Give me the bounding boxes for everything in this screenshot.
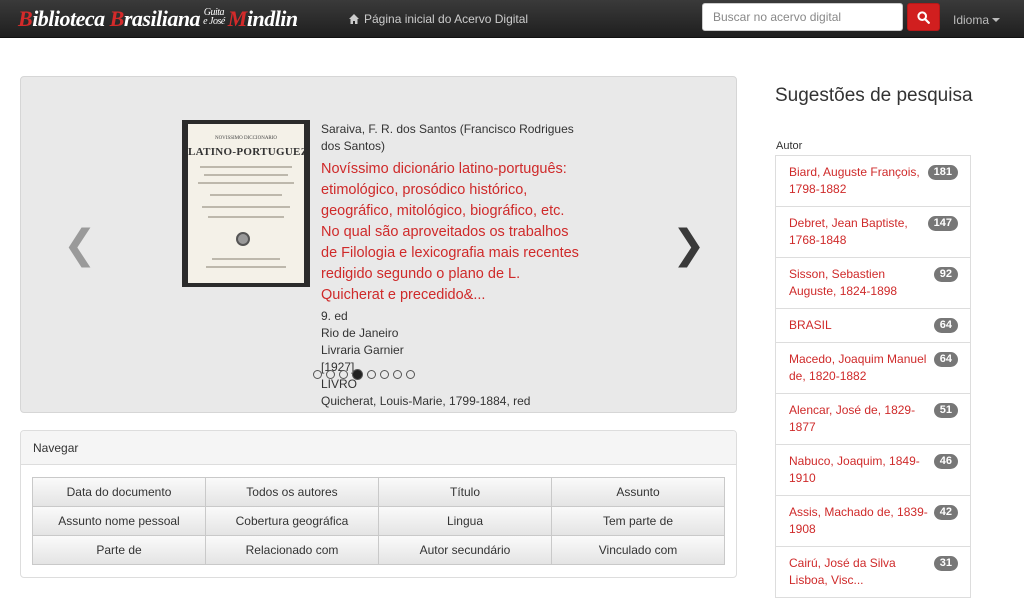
home-icon — [349, 14, 359, 24]
browse-button[interactable]: Parte de — [32, 535, 206, 565]
brand-guita-jose: Guita e José — [203, 8, 225, 27]
carousel-indicators — [313, 369, 415, 380]
cover-text-line — [206, 266, 286, 268]
suggestion-label: Cairú, José da Silva Lisboa, Visc... — [789, 556, 896, 587]
browse-button[interactable]: Tem parte de — [551, 506, 725, 536]
carousel-prev-button[interactable]: ❮ — [63, 225, 97, 265]
brand-word: rasiliana — [123, 6, 201, 31]
cover-small-text: NOVISSIMO DICCIONARIO — [214, 136, 278, 141]
brand-letter: B — [109, 6, 125, 31]
suggestion-item[interactable]: Assis, Machado de, 1839-1908 42 — [775, 495, 971, 547]
carousel-indicator-dot[interactable] — [367, 370, 376, 379]
suggestion-item[interactable]: Sisson, Sebastien Auguste, 1824-1898 92 — [775, 257, 971, 309]
suggestion-item[interactable]: Cairú, José da Silva Lisboa, Visc... 31 — [775, 546, 971, 598]
search-icon — [917, 10, 930, 24]
suggestion-label: Biard, Auguste François, 1798-1882 — [789, 165, 920, 196]
suggestion-label: BRASIL — [789, 318, 832, 332]
count-badge: 181 — [927, 165, 958, 180]
browse-button[interactable]: Cobertura geográfica — [205, 506, 379, 536]
browse-panel-heading: Navegar — [21, 431, 736, 465]
suggestion-item[interactable]: Macedo, Joaquim Manuel de, 1820-1882 64 — [775, 342, 971, 394]
suggestion-label: Sisson, Sebastien Auguste, 1824-1898 — [789, 267, 898, 298]
cover-text-line — [208, 216, 284, 218]
browse-button[interactable]: Assunto nome pessoal — [32, 506, 206, 536]
cover-text-line — [212, 258, 280, 260]
book-place: Rio de Janeiro — [321, 326, 399, 340]
count-badge: 42 — [933, 505, 958, 520]
carousel-next-button[interactable]: ❯ — [672, 225, 706, 265]
cover-text-line — [210, 194, 282, 196]
browse-button[interactable]: Relacionado com — [205, 535, 379, 565]
carousel-indicator-dot[interactable] — [406, 370, 415, 379]
suggestion-item[interactable]: Nabuco, Joaquim, 1849-1910 46 — [775, 444, 971, 496]
language-dropdown[interactable]: Idioma — [953, 13, 1001, 27]
home-link-label: Página inicial do Acervo Digital — [364, 12, 529, 26]
suggestions-list: Biard, Auguste François, 1798-1882 181 Deb… — [775, 155, 971, 598]
suggestion-label: Assis, Machado de, 1839-1908 — [789, 505, 928, 536]
chevron-left-icon: ❮ — [63, 222, 97, 268]
book-title-link[interactable]: Novíssimo dicionário latino-português: e… — [321, 159, 586, 306]
cover-text-line — [204, 174, 288, 176]
chevron-right-icon: ❯ — [672, 222, 706, 268]
count-badge: 51 — [933, 403, 958, 418]
brand-logo[interactable]: Biblioteca Brasiliana Guita e José Mindlin — [18, 4, 298, 34]
brand-word: iblioteca — [32, 6, 105, 31]
browse-button[interactable]: Assunto — [551, 477, 725, 507]
suggestion-item[interactable]: BRASIL 64 — [775, 308, 971, 343]
suggestion-item[interactable]: Debret, Jean Baptiste, 1768-1848 147 — [775, 206, 971, 258]
carousel-indicator-dot[interactable] — [339, 370, 348, 379]
home-link[interactable]: Página inicial do Acervo Digital — [348, 12, 528, 26]
browse-button[interactable]: Vinculado com — [551, 535, 725, 565]
browse-button[interactable]: Lingua — [378, 506, 552, 536]
suggestion-item[interactable]: Biard, Auguste François, 1798-1882 181 — [775, 155, 971, 207]
suggestion-label: Nabuco, Joaquim, 1849-1910 — [789, 454, 920, 485]
carousel-indicator-dot[interactable] — [326, 370, 335, 379]
carousel-indicator-dot[interactable] — [393, 370, 402, 379]
brand-ejose: e José — [203, 16, 225, 27]
browse-button[interactable]: Autor secundário — [378, 535, 552, 565]
book-cover[interactable]: NOVISSIMO DICCIONARIO LATINO-PORTUGUEZ — [182, 120, 310, 287]
browse-button-grid: Data do documento Todos os autores Título A… — [32, 477, 725, 565]
language-label: Idioma — [953, 13, 990, 27]
count-badge: 46 — [933, 454, 958, 469]
book-edition: 9. ed — [321, 309, 348, 323]
caret-down-icon — [992, 18, 1001, 22]
brand-letter: M — [227, 6, 248, 31]
carousel-indicator-dot[interactable] — [380, 370, 389, 379]
carousel-indicator-dot[interactable] — [352, 369, 363, 380]
cover-title-text: LATINO-PORTUGUEZ — [188, 146, 304, 158]
carousel-indicator-dot[interactable] — [313, 370, 322, 379]
search-input[interactable] — [702, 3, 903, 31]
suggestion-label: Debret, Jean Baptiste, 1768-1848 — [789, 216, 908, 247]
count-badge: 92 — [933, 267, 958, 282]
suggestion-label: Alencar, José de, 1829-1877 — [789, 403, 916, 434]
featured-carousel: ❮ ❯ NOVISSIMO DICCIONARIO LATINO-PORTUGU… — [20, 76, 737, 413]
suggestions-heading: Sugestões de pesquisa — [775, 85, 973, 106]
browse-button[interactable]: Todos os autores — [205, 477, 379, 507]
count-badge: 147 — [927, 216, 958, 231]
publisher-seal-icon — [236, 232, 250, 246]
suggestion-label: Macedo, Joaquim Manuel de, 1820-1882 — [789, 352, 927, 383]
count-badge: 64 — [933, 352, 958, 367]
browse-panel: Navegar Data do documento Todos os autore… — [20, 430, 737, 578]
browse-button[interactable]: Título — [378, 477, 552, 507]
count-badge: 31 — [933, 556, 958, 571]
suggestion-item[interactable]: Alencar, José de, 1829-1877 51 — [775, 393, 971, 445]
top-navbar: Biblioteca Brasiliana Guita e José Mindlin… — [0, 0, 1024, 38]
book-cover-page: NOVISSIMO DICCIONARIO LATINO-PORTUGUEZ — [188, 124, 304, 283]
count-badge: 64 — [933, 318, 958, 333]
book-info: Saraiva, F. R. dos Santos (Francisco Rod… — [321, 121, 586, 410]
search-button[interactable] — [907, 3, 940, 31]
suggestions-facet-label: Autor — [776, 140, 803, 152]
cover-text-line — [198, 182, 294, 184]
book-publisher: Livraria Garnier — [321, 343, 404, 357]
cover-text-line — [200, 166, 292, 168]
browse-button[interactable]: Data do documento — [32, 477, 206, 507]
brand-word: indlin — [246, 6, 298, 31]
cover-text-line — [202, 206, 290, 208]
brand-letter: B — [18, 6, 33, 31]
book-author: Saraiva, F. R. dos Santos (Francisco Rod… — [321, 122, 574, 153]
book-related-author: Quicherat, Louis-Marie, 1799-1884, red — [321, 394, 531, 408]
